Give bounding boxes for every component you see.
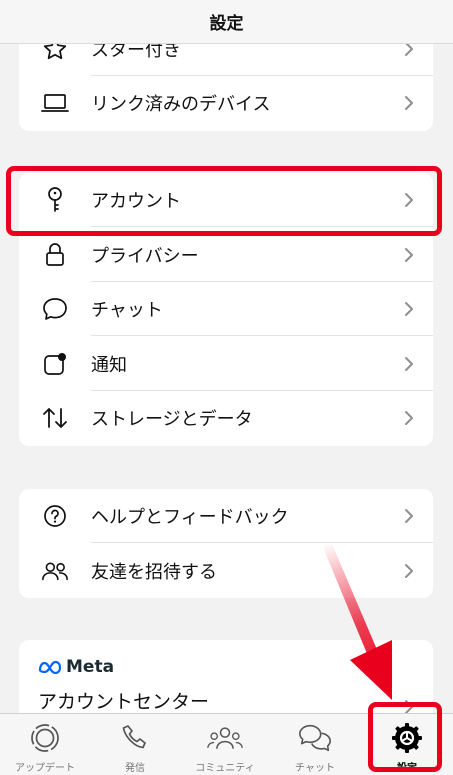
tab-label: コミュニティ — [195, 763, 255, 774]
settings-item-privacy[interactable]: プライバシー — [19, 228, 433, 282]
settings-item-invite-friend[interactable]: 友達を招待する — [19, 544, 433, 598]
highlight-settings-tab — [368, 702, 442, 772]
settings-item-label: 通知 — [91, 355, 127, 376]
chevron-right-icon — [405, 564, 413, 578]
tab-label: アップデート — [15, 763, 75, 774]
meta-brand-text: Meta — [66, 657, 115, 677]
chevron-right-icon — [405, 357, 413, 371]
chevron-right-icon — [405, 411, 413, 425]
settings-group-3: ヘルプとフィードバック 友達を招待する — [19, 489, 433, 598]
laptop-icon — [41, 89, 69, 117]
tab-label: 発信 — [125, 763, 145, 774]
meta-logo: Meta — [38, 657, 114, 677]
people-icon — [41, 557, 69, 585]
tab-label: チャット — [295, 763, 335, 774]
community-icon — [207, 720, 243, 756]
settings-item-linked-devices[interactable]: リンク済みのデバイス — [19, 76, 433, 130]
settings-item-label: プライバシー — [91, 246, 199, 267]
header: 設定 — [0, 0, 453, 44]
settings-item-notifications[interactable]: 通知 — [19, 337, 433, 391]
chevron-right-icon — [405, 248, 413, 262]
chevron-right-icon — [405, 96, 413, 110]
notification-icon — [41, 350, 69, 378]
divider — [91, 542, 433, 543]
chat-bubble-icon — [41, 295, 69, 323]
tab-chats[interactable]: チャット — [270, 714, 360, 775]
phone-icon — [117, 720, 153, 756]
chevron-right-icon — [405, 509, 413, 523]
tab-calls[interactable]: 発信 — [90, 714, 180, 775]
settings-item-label: ストレージとデータ — [91, 409, 253, 430]
settings-item-label: 友達を招待する — [91, 562, 217, 583]
help-icon — [41, 502, 69, 530]
meta-infinity-icon — [38, 660, 62, 674]
divider — [91, 335, 433, 336]
settings-item-chats[interactable]: チャット — [19, 282, 433, 336]
settings-item-label: リンク済みのデバイス — [91, 94, 271, 115]
storage-arrows-icon — [41, 404, 69, 432]
settings-item-label: チャット — [91, 300, 163, 321]
tab-updates[interactable]: アップデート — [0, 714, 90, 775]
accounts-center-title: アカウントセンター — [38, 691, 210, 713]
chats-icon — [297, 720, 333, 756]
chevron-right-icon — [405, 302, 413, 316]
page-title: 設定 — [209, 14, 244, 34]
settings-item-storage[interactable]: ストレージとデータ — [19, 391, 433, 445]
settings-item-help[interactable]: ヘルプとフィードバック — [19, 489, 433, 543]
highlight-account-row — [6, 166, 442, 236]
settings-item-label: ヘルプとフィードバック — [91, 507, 289, 528]
tab-communities[interactable]: コミュニティ — [180, 714, 270, 775]
updates-icon — [27, 720, 63, 756]
lock-icon — [41, 241, 69, 269]
